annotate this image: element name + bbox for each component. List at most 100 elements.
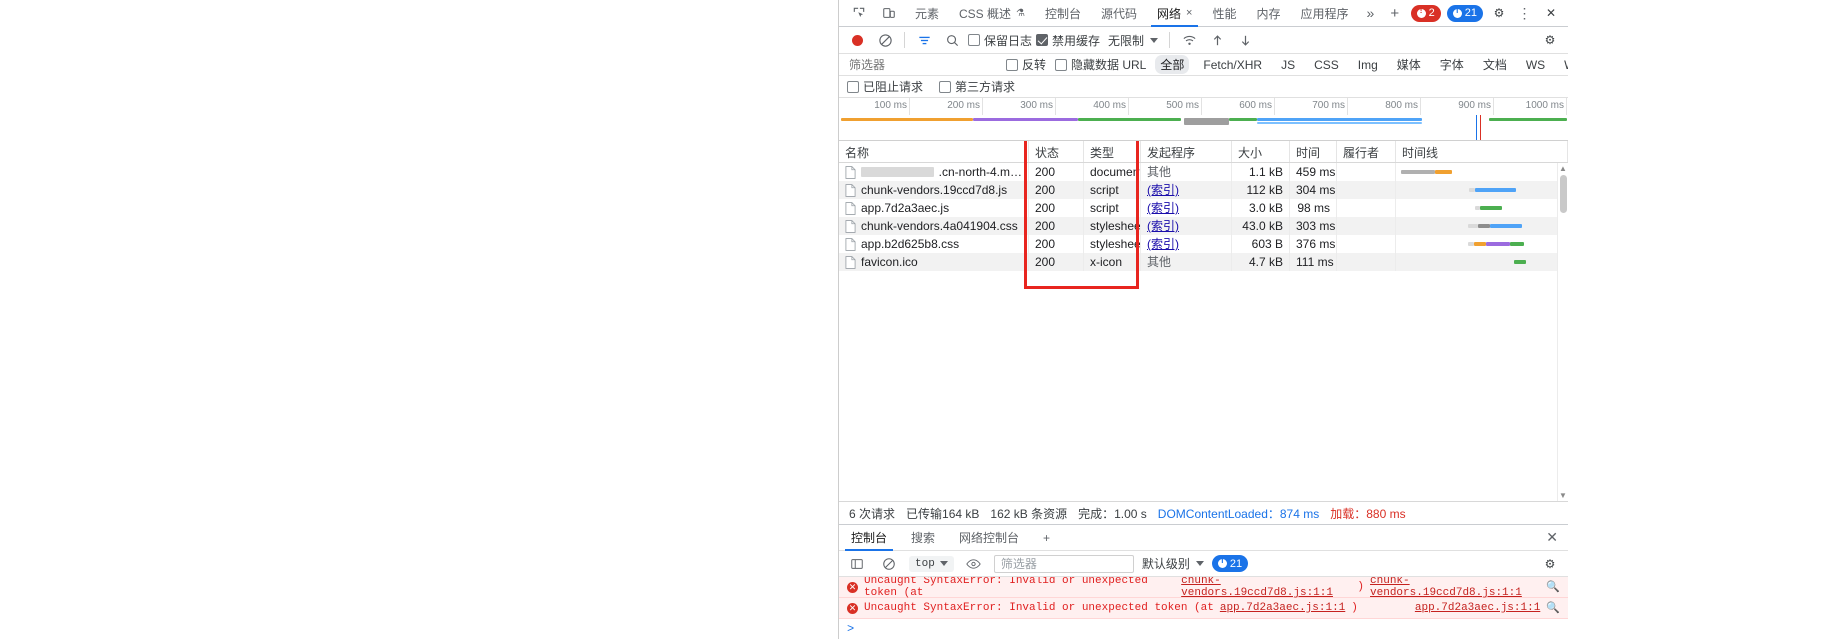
more-options-icon[interactable]: ⋮ [1515, 2, 1535, 24]
console-message[interactable]: ✕ Uncaught SyntaxError: Invalid or unexp… [839, 598, 1568, 619]
drawer-tab-search[interactable]: 搜索 [899, 525, 947, 550]
filter-type-fetch-xhr[interactable]: Fetch/XHR [1198, 57, 1267, 73]
column-header-status[interactable]: 状态 [1029, 141, 1084, 162]
cell-name[interactable]: chunk-vendors.19ccd7d8.js [839, 181, 1029, 199]
column-header-name[interactable]: 名称 [839, 141, 1029, 162]
table-row[interactable]: chunk-vendors.19ccd7d8.js 200 script (索引… [839, 181, 1568, 199]
import-har-icon[interactable] [1205, 29, 1229, 51]
blocked-requests-checkbox[interactable]: 已阻止请求 [847, 78, 923, 95]
console-message-link[interactable]: chunk-vendors.19ccd7d8.js:1:1 [1181, 577, 1351, 599]
column-header-fulfiller[interactable]: 履行者 [1337, 141, 1396, 162]
cell-fulfiller [1337, 181, 1396, 199]
error-badge[interactable]: 2 [1410, 4, 1441, 22]
cell-name[interactable]: favicon.ico [839, 253, 1029, 271]
tab-application[interactable]: 应用程序 [1291, 0, 1359, 26]
initiator-link[interactable]: (索引) [1147, 237, 1179, 251]
console-messages: ✕ Uncaught SyntaxError: Invalid or unexp… [839, 577, 1568, 639]
tab-performance[interactable]: 性能 [1202, 0, 1246, 26]
search-icon[interactable]: 🔍 [1546, 580, 1560, 594]
cell-initiator[interactable]: (索引) [1141, 199, 1232, 217]
clear-icon[interactable] [873, 29, 897, 51]
filter-type-css[interactable]: CSS [1309, 57, 1344, 73]
console-issues-badge[interactable]: 21 [1211, 555, 1249, 572]
live-expression-eye-icon[interactable] [962, 553, 986, 575]
console-settings-gear-icon[interactable]: ⚙ [1538, 553, 1562, 575]
drawer-add-tab-icon[interactable]: + [1031, 525, 1062, 550]
export-har-icon[interactable] [1233, 29, 1257, 51]
filter-type-ws[interactable]: WS [1521, 57, 1550, 73]
filter-type-doc[interactable]: 文档 [1478, 55, 1512, 74]
cell-initiator[interactable]: (索引) [1141, 181, 1232, 199]
scroll-up-arrow[interactable]: ▲ [1558, 164, 1568, 173]
tab-console[interactable]: 控制台 [1035, 0, 1091, 26]
filter-input[interactable] [847, 56, 997, 73]
tab-sources[interactable]: 源代码 [1091, 0, 1147, 26]
cell-initiator[interactable]: (索引) [1141, 235, 1232, 253]
filter-type-img[interactable]: Img [1353, 57, 1383, 73]
tab-elements[interactable]: 元素 [905, 0, 949, 26]
console-sidebar-icon[interactable] [845, 553, 869, 575]
add-tab-icon[interactable]: + [1382, 0, 1407, 26]
column-header-size[interactable]: 大小 [1232, 141, 1290, 162]
tab-network[interactable]: 网络 × [1147, 0, 1202, 27]
record-button[interactable] [845, 29, 869, 51]
table-row[interactable]: app.7d2a3aec.js 200 script (索引) 3.0 kB 9… [839, 199, 1568, 217]
column-header-waterfall[interactable]: 时间线 [1396, 141, 1568, 162]
cell-name[interactable]: chunk-vendors.4a041904.css [839, 217, 1029, 235]
third-party-requests-checkbox[interactable]: 第三方请求 [939, 78, 1015, 95]
network-settings-gear-icon[interactable]: ⚙ [1538, 29, 1562, 51]
wifi-icon[interactable] [1177, 29, 1201, 51]
drawer-close-icon[interactable]: ✕ [1536, 525, 1568, 550]
console-message[interactable]: ✕ Uncaught SyntaxError: Invalid or unexp… [839, 577, 1568, 599]
column-header-initiator[interactable]: 发起程序 [1141, 141, 1232, 162]
initiator-link[interactable]: (索引) [1147, 219, 1179, 233]
search-icon[interactable] [940, 29, 964, 51]
console-level-select[interactable]: 默认级别 [1142, 555, 1204, 572]
close-devtools-icon[interactable]: ✕ [1541, 2, 1561, 24]
table-row[interactable]: app.b2d625b8.css 200 stylesheet (索引) 603… [839, 235, 1568, 253]
column-header-time[interactable]: 时间 [1290, 141, 1337, 162]
table-row[interactable]: chunk-vendors.4a041904.css 200 styleshee… [839, 217, 1568, 235]
filter-type-all[interactable]: 全部 [1155, 55, 1190, 74]
cell-name[interactable]: .cn-north-4.m… [839, 163, 1029, 181]
cell-initiator[interactable]: (索引) [1141, 217, 1232, 235]
hide-data-urls-checkbox[interactable]: 隐藏数据 URL [1055, 56, 1146, 73]
info-badge[interactable]: 21 [1446, 4, 1483, 22]
clear-console-icon[interactable] [877, 553, 901, 575]
cell-name[interactable]: app.b2d625b8.css [839, 235, 1029, 253]
drawer-tab-network-console[interactable]: 网络控制台 [947, 525, 1031, 550]
console-message-source[interactable]: app.7d2a3aec.js:1:1 [1415, 602, 1540, 614]
more-tabs-icon[interactable]: » [1359, 0, 1383, 26]
initiator-link[interactable]: (索引) [1147, 183, 1179, 197]
console-message-link[interactable]: app.7d2a3aec.js:1:1 [1220, 602, 1345, 614]
close-icon[interactable]: × [1186, 7, 1192, 19]
table-vertical-scrollbar[interactable]: ▲ ▼ [1557, 163, 1568, 501]
gear-icon[interactable]: ⚙ [1489, 2, 1509, 24]
device-toolbar-icon[interactable] [877, 2, 901, 24]
preserve-log-checkbox[interactable]: 保留日志 [968, 32, 1032, 49]
throttling-select[interactable]: 无限制 [1104, 32, 1162, 49]
initiator-link[interactable]: (索引) [1147, 201, 1179, 215]
invert-checkbox[interactable]: 反转 [1006, 56, 1046, 73]
network-overview[interactable]: 100 ms 200 ms 300 ms 400 ms 500 ms 600 m… [839, 98, 1568, 141]
column-header-type[interactable]: 类型 [1084, 141, 1141, 162]
console-filter-input[interactable]: 筛选器 [993, 554, 1134, 573]
table-row[interactable]: favicon.ico 200 x-icon 其他 4.7 kB 111 ms [839, 253, 1568, 271]
console-message-source[interactable]: chunk-vendors.19ccd7d8.js:1:1 [1370, 577, 1540, 599]
search-icon[interactable]: 🔍 [1546, 601, 1560, 615]
drawer-tab-console[interactable]: 控制台 [839, 525, 899, 551]
cell-name[interactable]: app.7d2a3aec.js [839, 199, 1029, 217]
console-context-select[interactable]: top [909, 555, 954, 572]
filter-type-media[interactable]: 媒体 [1392, 55, 1426, 74]
tab-memory[interactable]: 内存 [1247, 0, 1291, 26]
filter-icon[interactable] [912, 29, 936, 51]
scroll-down-arrow[interactable]: ▼ [1558, 491, 1568, 500]
table-row[interactable]: .cn-north-4.m… 200 document 其他 1.1 kB 45… [839, 163, 1568, 181]
console-prompt[interactable]: > [839, 619, 1568, 639]
filter-type-font[interactable]: 字体 [1435, 55, 1469, 74]
filter-type-js[interactable]: JS [1276, 57, 1300, 73]
scrollbar-thumb[interactable] [1560, 175, 1567, 213]
disable-cache-checkbox[interactable]: 禁用缓存 [1036, 32, 1100, 49]
tab-css-overview[interactable]: CSS 概述 ⚗ [949, 0, 1035, 26]
inspect-element-icon[interactable] [847, 2, 871, 24]
